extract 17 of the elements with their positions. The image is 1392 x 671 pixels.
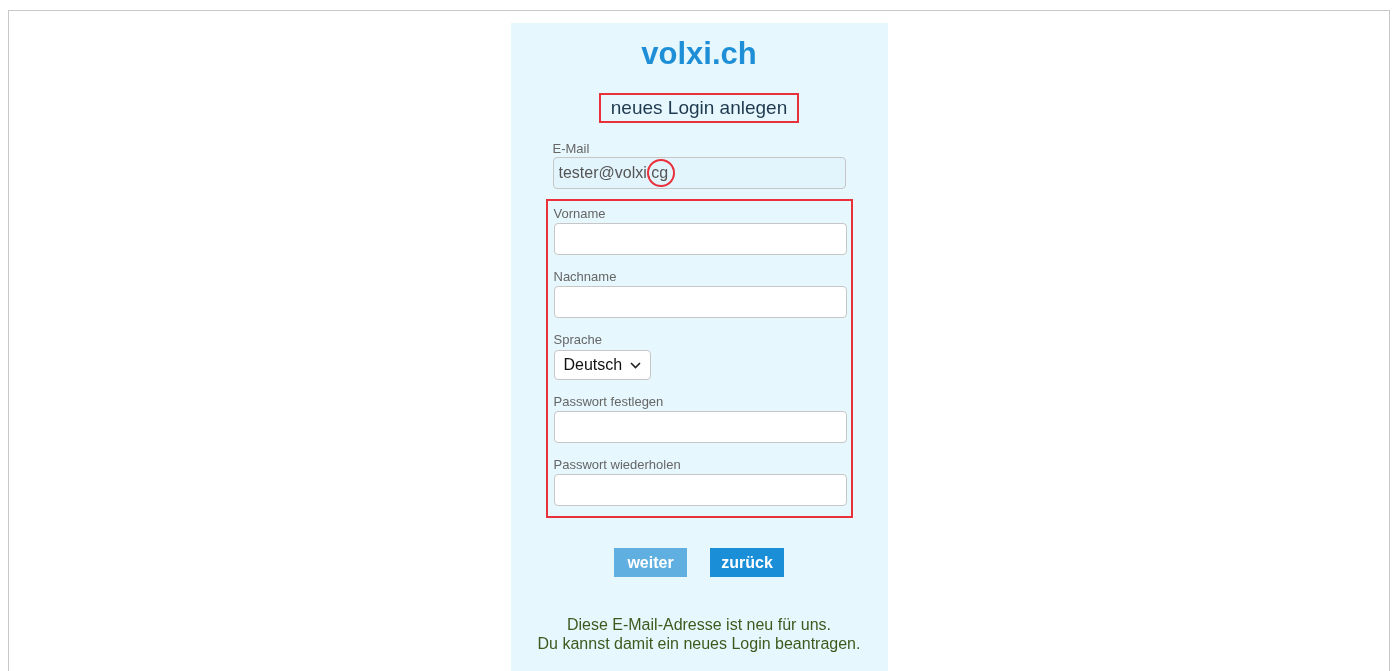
chevron-down-icon (629, 361, 641, 369)
field-label: Sprache (553, 332, 602, 348)
language-dropdown[interactable]: Deutsch (553, 350, 651, 380)
text-field[interactable] (553, 474, 847, 506)
field-label: Passwort festlegen (553, 394, 664, 410)
page-heading: neues Login anlegen (598, 93, 800, 123)
text-field[interactable] (553, 411, 847, 443)
form-button[interactable]: zurück (710, 548, 784, 577)
site-title: volxi.ch (641, 35, 757, 73)
field-label: E-Mail (552, 141, 591, 157)
info-message: Du kannst damit ein neues Login beantragen. (537, 634, 861, 653)
text-field[interactable] (553, 223, 847, 255)
field-label: Passwort wiederholen (553, 457, 681, 473)
text-field[interactable] (553, 286, 847, 318)
field-label: Vorname (553, 206, 606, 222)
field-label: Nachname (553, 269, 617, 285)
info-message: Diese E-Mail-Adresse ist neu für uns. (566, 615, 832, 634)
